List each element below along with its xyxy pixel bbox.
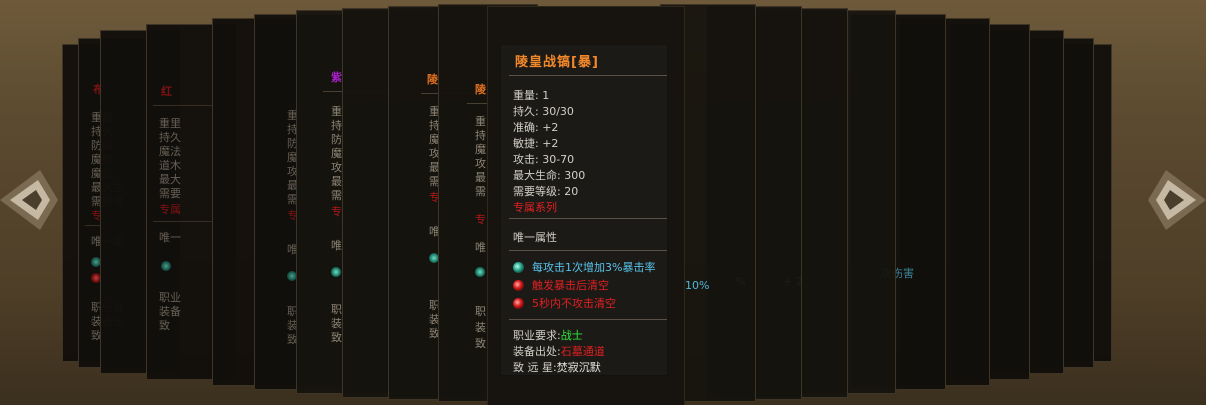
divider: [509, 250, 667, 251]
right-fragment-10pct: 10%: [685, 279, 710, 292]
left-ornament-icon: [0, 170, 58, 230]
requirement-star: 致 远 星:焚寂沉默: [513, 359, 601, 375]
requirement-star-label: 致 远 星:: [513, 361, 557, 374]
unique-attributes-header: 唯一属性: [513, 231, 557, 244]
attribute-text: 每攻击1次增加3%暴击率: [532, 261, 656, 274]
requirement-source-value: 石墓通道: [560, 345, 605, 358]
stat-accuracy: 准确: +2: [513, 121, 559, 134]
ghost-title: 红: [161, 85, 172, 98]
gem-red-icon: [513, 279, 524, 291]
requirement-job: 职业要求:战士: [513, 327, 583, 343]
stat-durability: 持久: 30/30: [513, 105, 574, 118]
requirement-source: 装备出处:石墓通道: [513, 343, 605, 359]
stat-agility: 敏捷: +2: [513, 137, 559, 150]
requirement-source-label: 装备出处:: [513, 345, 561, 358]
ghost-title-purple: 紫: [331, 71, 342, 84]
gem-red-icon: [513, 297, 524, 309]
requirement-job-label: 职业要求:: [513, 329, 561, 342]
divider: [509, 319, 667, 320]
item-title: 陵皇战镐[暴]: [515, 55, 599, 70]
right-ornament-icon: [1148, 170, 1206, 230]
stat-max-hp: 最大生命: 300: [513, 169, 586, 182]
divider: [509, 218, 667, 219]
ghost-title-orange: 陵: [475, 83, 486, 96]
game-stage: 布 重里 持久 防御 魔御 魔法 最大生 需要等 专 唯一属 职业要 装备出 致…: [0, 0, 1206, 405]
stat-weight: 重量: 1: [513, 89, 550, 102]
attribute-row: 每攻击1次增加3%暴击率: [513, 260, 655, 274]
attribute-text: 5秒内不攻击清空: [532, 297, 616, 310]
attribute-text: 触发暴击后清空: [532, 279, 609, 292]
divider: [509, 75, 667, 76]
requirement-job-value: 战士: [560, 329, 583, 342]
item-tooltip: 陵皇战镐[暴] 重量: 1 持久: 30/30 准确: +2 敏捷: +2 攻击…: [500, 44, 668, 376]
requirement-star-value: 焚寂沉默: [556, 361, 601, 374]
attribute-row: 触发暴击后清空: [513, 278, 609, 292]
gem-green-icon: [513, 261, 524, 273]
series-label: 专属系列: [513, 201, 557, 214]
stat-required-level: 需要等级: 20: [513, 185, 579, 198]
attribute-row: 5秒内不攻击清空: [513, 296, 616, 310]
stat-attack: 攻击: 30-70: [513, 153, 575, 166]
